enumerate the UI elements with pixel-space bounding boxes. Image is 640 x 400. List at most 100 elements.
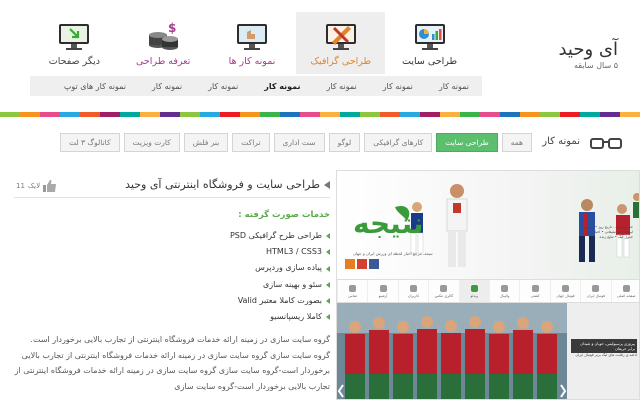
subnav-item[interactable]: نمونه کار های توپ: [51, 82, 139, 91]
svg-text:$: $: [168, 21, 176, 35]
sub-nav: نمونه کار نمونه کار نمونه کار نمونه کار …: [30, 76, 482, 96]
stripe-segment: [500, 112, 520, 117]
filter-web-design[interactable]: طراحی سایت: [436, 133, 498, 152]
filter-business-card[interactable]: کارت ویزیت: [123, 133, 180, 152]
likes-label: لایک: [27, 182, 41, 190]
subnav-item[interactable]: نمونه کار: [314, 82, 370, 91]
project-description: گروه سایت سازی در زمینه ارائه خدمات فروش…: [14, 335, 330, 391]
preview-tagline: نتیجه، مرجع اخبار لحظه ای ورزش ایران و ج…: [353, 251, 433, 256]
bullet-icon: [326, 249, 330, 256]
stripe-segment: [40, 112, 60, 117]
stripe-segment: [220, 112, 240, 117]
monitor-hand-icon: [234, 20, 270, 54]
preview-nav-label: تماس: [348, 293, 357, 298]
preview-nav-item: کشتی: [519, 280, 549, 302]
stripe-segment: [620, 112, 640, 117]
coins-icon: $: [145, 20, 181, 54]
project-title-text: طراحی سایت و فروشگاه اینترنتی آی وحید: [125, 178, 320, 191]
list-item: سئو و بهینه سازی: [230, 277, 330, 293]
subnav-item[interactable]: نمونه کار: [139, 82, 195, 91]
filter-all[interactable]: همه: [501, 133, 532, 152]
archive-icon: [379, 284, 387, 292]
bullet-icon: [326, 281, 330, 288]
ball-icon: [592, 284, 600, 292]
project-preview-image[interactable]: نتیجه نتیجه، مرجع اخبار لحظه ای ورزش ایر…: [336, 170, 640, 400]
stripe-segment: [100, 112, 120, 117]
users-icon: [409, 284, 417, 292]
rss-icon: [345, 259, 355, 269]
nav-label-text: طراحی سایت: [402, 56, 458, 67]
wrestling-icon: [531, 284, 539, 292]
subnav-item[interactable]: نمونه کار: [195, 82, 251, 91]
preview-nav-item: فوتبال جهان: [549, 280, 580, 302]
volleyball-icon: [501, 284, 509, 292]
like-button[interactable]: 11 لایک: [16, 180, 57, 192]
subnav-item[interactable]: نمونه کار: [426, 82, 482, 91]
service-text: سئو و بهینه سازی: [262, 279, 322, 289]
arrow-icon: [324, 180, 330, 189]
globe-icon: [561, 284, 569, 292]
stripe-segment: [20, 112, 40, 117]
nav-label: تعرفه طراحی: [136, 56, 191, 67]
filter-flyer[interactable]: تراکت: [232, 133, 270, 152]
subnav-item-active[interactable]: نمونه کار: [251, 82, 313, 91]
video-icon: [470, 284, 478, 292]
preview-nav-item: آرشیو: [367, 280, 397, 302]
color-stripe: [0, 112, 640, 117]
site-logo[interactable]: آی وحید ۵ سال سابقه: [558, 40, 618, 72]
camera-icon: [440, 284, 448, 292]
pen-ruler-icon: [323, 20, 359, 54]
preview-nav-label: فوتبال جهان: [556, 293, 575, 298]
nav-item-pricing[interactable]: $ تعرفه طراحی: [119, 16, 208, 74]
nav-label: طراحی سایت: [402, 56, 457, 67]
stripe-segment: [400, 112, 420, 117]
filter-flash-banner[interactable]: بنر فلش: [183, 133, 229, 152]
nav-label: نمونه کار ها: [228, 56, 276, 67]
list-item: کاملا ریسپانسیو: [230, 309, 330, 325]
likes-count: 11: [16, 182, 25, 190]
service-text: HTML3 / CSS3: [266, 247, 322, 257]
service-text: طراحی طرح گرافیکی PSD: [229, 231, 322, 240]
bullet-icon: [326, 297, 330, 304]
stripe-segment: [180, 112, 200, 117]
preview-nav-label: آرشیو: [378, 293, 388, 298]
stripe-segment: [320, 112, 340, 117]
preview-side-text: خبر ورزشی - تاریخ روز • ورزش ایران • بنر…: [584, 225, 633, 239]
stripe-segment: [480, 112, 500, 117]
services-list: طراحی طرح گرافیکی PSD HTML3 / CSS3 پیاده…: [230, 228, 330, 325]
logo-subtitle: ۵ سال سابقه: [573, 61, 618, 70]
portfolio-title: نمونه کار: [542, 136, 580, 147]
stripe-segment: [280, 112, 300, 117]
divider: [14, 197, 330, 198]
preview-subline: ادامه ی رقابت های لیگ برتر فوتبال ایران: [575, 353, 638, 357]
preview-nav-item: تماس: [337, 280, 367, 302]
thumbs-up-icon: [43, 180, 57, 192]
subnav-item[interactable]: نمونه کار: [370, 82, 426, 91]
preview-nav-label: کشتی: [530, 293, 540, 298]
preview-nav-label: گالری عکس: [434, 293, 454, 298]
service-text: پیاده سازی وردپرس: [255, 263, 322, 273]
filter-catalog[interactable]: کاتالوگ ۳ لت: [59, 133, 120, 152]
preview-banner: نتیجه نتیجه، مرجع اخبار لحظه ای ورزش ایر…: [337, 171, 639, 279]
portfolio-filter-bar: نمونه کار همه طراحی سایت کارهای گرافیکی …: [0, 128, 640, 158]
stripe-segment: [160, 112, 180, 117]
preview-nav: صفحه اصلی فوتبال ایران فوتبال جهان کشتی …: [337, 279, 639, 303]
stripe-segment: [420, 112, 440, 117]
filter-logo[interactable]: لوگو: [328, 133, 361, 152]
preview-sidebar: پیروزی پرسپولیس، خوبان و شیدان برابر حری…: [567, 303, 639, 399]
nav-item-graphic-design[interactable]: طراحی گرافیک: [296, 12, 386, 74]
stripe-segment: [140, 112, 160, 117]
main-nav: دیگر صفحات $ تعرفه طراحی نمونه کار ها طر…: [30, 12, 474, 74]
preview-nav-item: والیبال: [488, 280, 519, 302]
stripe-segment: [340, 112, 360, 117]
nav-item-portfolio[interactable]: نمونه کار ها: [208, 16, 297, 74]
stripe-segment: [200, 112, 220, 117]
nav-item-other-pages[interactable]: دیگر صفحات: [30, 16, 119, 74]
nav-item-web-design[interactable]: طراحی سایت: [385, 16, 474, 74]
filter-office-set[interactable]: ست اداری: [273, 133, 325, 152]
preview-nav-item-active: ویدئو: [458, 280, 489, 302]
filter-buttons: همه طراحی سایت کارهای گرافیکی لوگو ست اد…: [59, 133, 532, 152]
preview-main: پیروزی پرسپولیس، خوبان و شیدان برابر حری…: [337, 303, 639, 399]
preview-logo-text: نتیجه: [353, 207, 424, 240]
filter-graphic-works[interactable]: کارهای گرافیکی: [364, 133, 433, 152]
